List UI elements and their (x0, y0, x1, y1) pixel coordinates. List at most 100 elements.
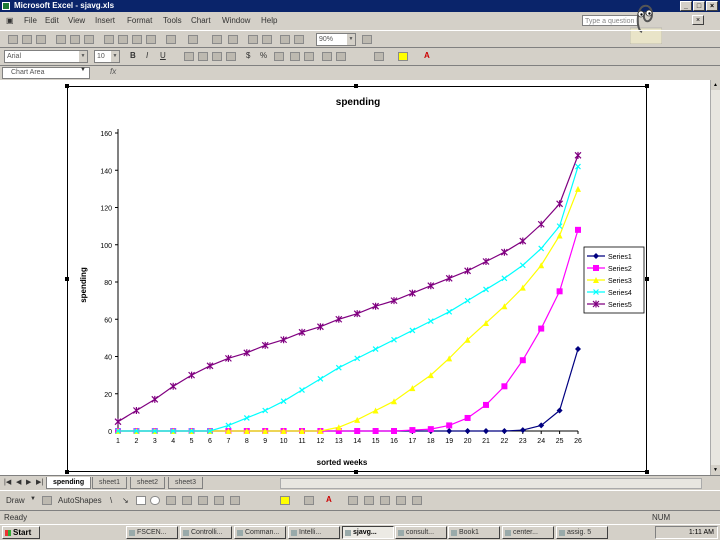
taskbar-item[interactable]: FSCEN... (126, 526, 178, 539)
redo-icon[interactable] (188, 35, 198, 44)
next-sheet-icon[interactable]: ▶ (26, 478, 31, 486)
align-left-icon[interactable] (184, 52, 194, 61)
taskbar-item[interactable]: Controlli... (180, 526, 232, 539)
fill-color-draw-icon[interactable] (280, 496, 290, 505)
undo-icon[interactable] (166, 35, 176, 44)
autosum-icon[interactable] (228, 35, 238, 44)
menu-chart[interactable]: Chart (191, 16, 211, 25)
line-color-icon[interactable] (304, 496, 314, 505)
3d-icon[interactable] (412, 496, 422, 505)
start-button[interactable]: Start (2, 526, 40, 539)
print-preview-icon[interactable] (70, 35, 80, 44)
close-button[interactable]: × (706, 1, 718, 11)
open-icon[interactable] (22, 35, 32, 44)
horizontal-scrollbar[interactable] (280, 478, 702, 489)
taskbar-item[interactable]: Book1 (448, 526, 500, 539)
font-size-select[interactable]: 10 ▼ (94, 50, 120, 63)
namebox-dropdown-icon[interactable]: ▼ (80, 67, 86, 73)
scroll-up-icon[interactable]: ▲ (711, 80, 720, 90)
drawing-icon[interactable] (294, 35, 304, 44)
doc-icon[interactable]: ▣ (6, 16, 14, 25)
clipart-icon[interactable] (214, 496, 224, 505)
oval-icon[interactable] (150, 496, 160, 505)
copy-icon[interactable] (118, 35, 128, 44)
paste-icon[interactable] (132, 35, 142, 44)
increase-indent-icon[interactable] (336, 52, 346, 61)
scroll-down-icon[interactable]: ▼ (711, 465, 720, 475)
underline-button[interactable]: U (160, 51, 166, 60)
font-select[interactable]: Arial ▼ (4, 50, 88, 63)
picture-icon[interactable] (230, 496, 240, 505)
comma-style-icon[interactable] (274, 52, 284, 61)
increase-decimal-icon[interactable] (290, 52, 300, 61)
taskbar-item[interactable]: Comman... (234, 526, 286, 539)
textbox-icon[interactable] (166, 496, 176, 505)
bold-button[interactable]: B (130, 51, 136, 60)
menu-view[interactable]: View (68, 16, 85, 25)
diagram-icon[interactable] (198, 496, 208, 505)
cut-icon[interactable] (104, 35, 114, 44)
menu-insert[interactable]: Insert (95, 16, 115, 25)
chart-wizard-icon[interactable] (280, 35, 290, 44)
format-painter-icon[interactable] (146, 35, 156, 44)
shadow-icon[interactable] (396, 496, 406, 505)
help-icon[interactable] (362, 35, 372, 44)
maximize-button[interactable]: □ (693, 1, 705, 11)
menu-format[interactable]: Format (127, 16, 152, 25)
print-icon[interactable] (56, 35, 66, 44)
arrow-icon[interactable]: ↘ (122, 496, 129, 505)
zoom-select[interactable]: 90% ▼ (316, 33, 356, 46)
taskbar-item[interactable]: assig. 5 (556, 526, 608, 539)
sort-asc-icon[interactable] (248, 35, 258, 44)
menu-tools[interactable]: Tools (163, 16, 182, 25)
dash-style-icon[interactable] (364, 496, 374, 505)
percent-button[interactable]: % (260, 51, 267, 60)
fill-color-icon[interactable] (398, 52, 408, 61)
decrease-decimal-icon[interactable] (304, 52, 314, 61)
spelling-icon[interactable] (84, 35, 94, 44)
merge-center-icon[interactable] (226, 52, 236, 61)
line-style-icon[interactable] (348, 496, 358, 505)
tab-sheet2[interactable]: sheet2 (130, 477, 166, 489)
autoshapes-menu[interactable]: AutoShapes (58, 496, 102, 505)
minimize-button[interactable]: _ (680, 1, 692, 11)
arrow-style-icon[interactable] (380, 496, 390, 505)
prev-sheet-icon[interactable]: ◀ (16, 478, 21, 486)
chart-area[interactable]: spending spending sorted weeks 0 20 40 60 80… (65, 84, 649, 474)
tab-sheet1[interactable]: sheet1 (92, 477, 128, 489)
rectangle-icon[interactable] (136, 496, 146, 505)
sort-desc-icon[interactable] (262, 35, 272, 44)
taskbar-item[interactable]: consult... (395, 526, 447, 539)
draw-dropdown-icon[interactable]: ▼ (30, 496, 36, 502)
hyperlink-icon[interactable] (212, 35, 222, 44)
taskbar-item[interactable]: sjavg... (342, 526, 394, 539)
line-icon[interactable]: \ (110, 496, 112, 505)
menu-file[interactable]: File (24, 16, 37, 25)
borders-icon[interactable] (374, 52, 384, 61)
taskbar-item[interactable]: center... (502, 526, 554, 539)
draw-menu[interactable]: Draw (6, 496, 25, 505)
menu-edit[interactable]: Edit (45, 16, 59, 25)
font-color-draw-icon[interactable]: A (326, 495, 332, 504)
menu-window[interactable]: Window (222, 16, 250, 25)
align-center-icon[interactable] (198, 52, 208, 61)
decrease-indent-icon[interactable] (322, 52, 332, 61)
tab-sheet3[interactable]: sheet3 (168, 477, 204, 489)
name-box[interactable]: Chart Area (2, 67, 90, 79)
wordart-icon[interactable] (182, 496, 192, 505)
vertical-scrollbar[interactable]: ▲ ▼ (710, 80, 720, 475)
taskbar-item[interactable]: Intelli... (288, 526, 340, 539)
last-sheet-icon[interactable]: ▶| (36, 478, 43, 486)
font-color-icon[interactable]: A (424, 51, 430, 60)
menu-help[interactable]: Help (261, 16, 277, 25)
first-sheet-icon[interactable]: |◀ (4, 478, 11, 486)
excel-app-icon[interactable] (2, 2, 10, 10)
italic-button[interactable]: I (146, 51, 148, 60)
doc-close-button[interactable]: × (692, 15, 704, 25)
select-objects-icon[interactable] (42, 496, 52, 505)
save-icon[interactable] (36, 35, 46, 44)
tab-spending[interactable]: spending (46, 477, 92, 489)
currency-button[interactable]: $ (246, 51, 250, 60)
new-icon[interactable] (8, 35, 18, 44)
align-right-icon[interactable] (212, 52, 222, 61)
